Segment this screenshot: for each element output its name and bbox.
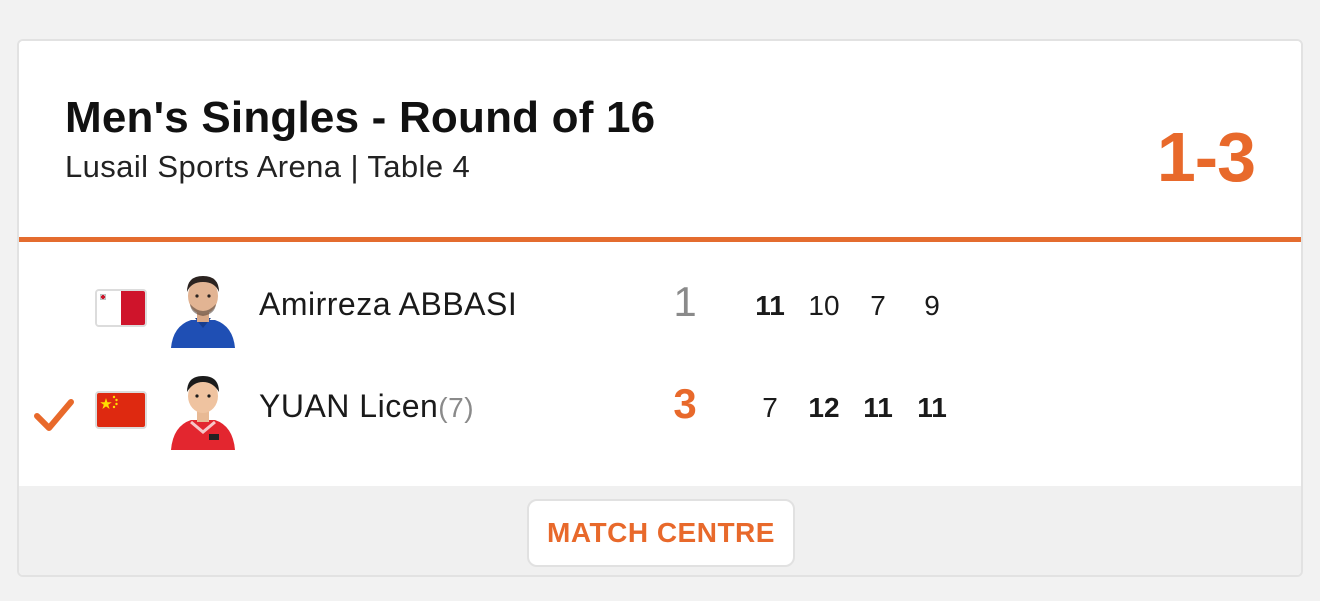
player-name: YUAN Licen(7) [259,388,474,425]
player-name-text: Amirreza ABBASI [259,286,518,322]
winner-check-icon [34,399,74,431]
player-name: Amirreza ABBASI [259,286,517,323]
card-footer: MATCH CENTRE [19,486,1301,575]
game-score: 9 [924,290,940,321]
game-score: 7 [762,392,778,423]
player-avatar [169,370,237,450]
sets-won: 3 [673,380,697,427]
game-score: 11 [917,392,947,423]
game-score: 11 [755,290,785,321]
game-score: 7 [870,290,886,321]
match-header: Men's Singles - Round of 16 Lusail Sport… [19,41,1301,237]
match-venue: Lusail Sports Arena | Table 4 [65,149,471,184]
game-score: 12 [808,392,840,423]
overall-score: 1-3 [1156,118,1256,196]
players-list: Amirreza ABBASI 1 11 10 7 9 YUAN Licen(7… [19,242,1301,486]
player-seed: (7) [438,392,475,423]
game-score: 11 [863,392,893,423]
player-row: Amirreza ABBASI 1 11 10 7 9 [19,264,1301,364]
match-title: Men's Singles - Round of 16 [65,93,656,142]
player-name-text: YUAN Licen [259,388,439,424]
player-row: YUAN Licen(7) 3 7 12 11 11 [19,366,1301,466]
game-score: 10 [808,290,840,321]
malta-flag-icon [95,289,147,327]
player-avatar [169,268,237,348]
match-card: Men's Singles - Round of 16 Lusail Sport… [17,39,1303,577]
sets-won: 1 [673,278,697,325]
match-centre-button[interactable]: MATCH CENTRE [527,499,795,567]
china-flag-icon [95,391,147,429]
